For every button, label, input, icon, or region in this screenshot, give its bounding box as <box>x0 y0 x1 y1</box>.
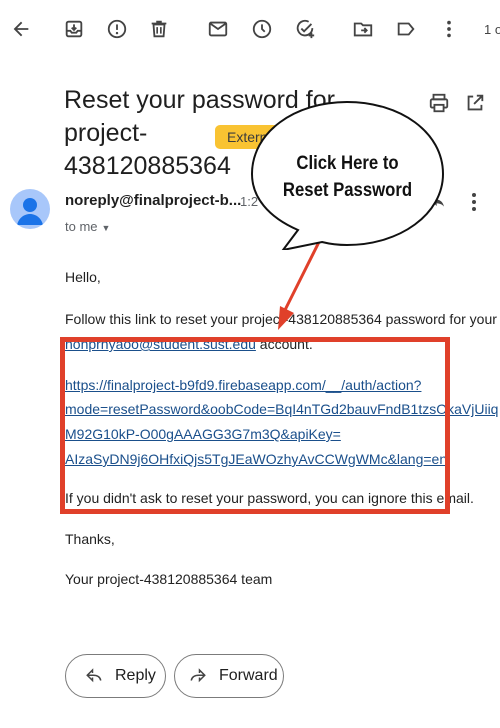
reply-arrow-icon <box>86 668 102 683</box>
forward-arrow-icon <box>190 668 206 683</box>
callout-line-2: Reset Password <box>282 180 413 201</box>
reply-label: Reply <box>115 667 156 684</box>
callout-text: Click Here to Reset Password <box>271 150 425 204</box>
callout-line-1: Click Here to <box>296 153 399 174</box>
forward-label: Forward <box>219 667 278 684</box>
forward-button[interactable]: Forward <box>174 654 284 698</box>
reply-button[interactable]: Reply <box>65 654 166 698</box>
